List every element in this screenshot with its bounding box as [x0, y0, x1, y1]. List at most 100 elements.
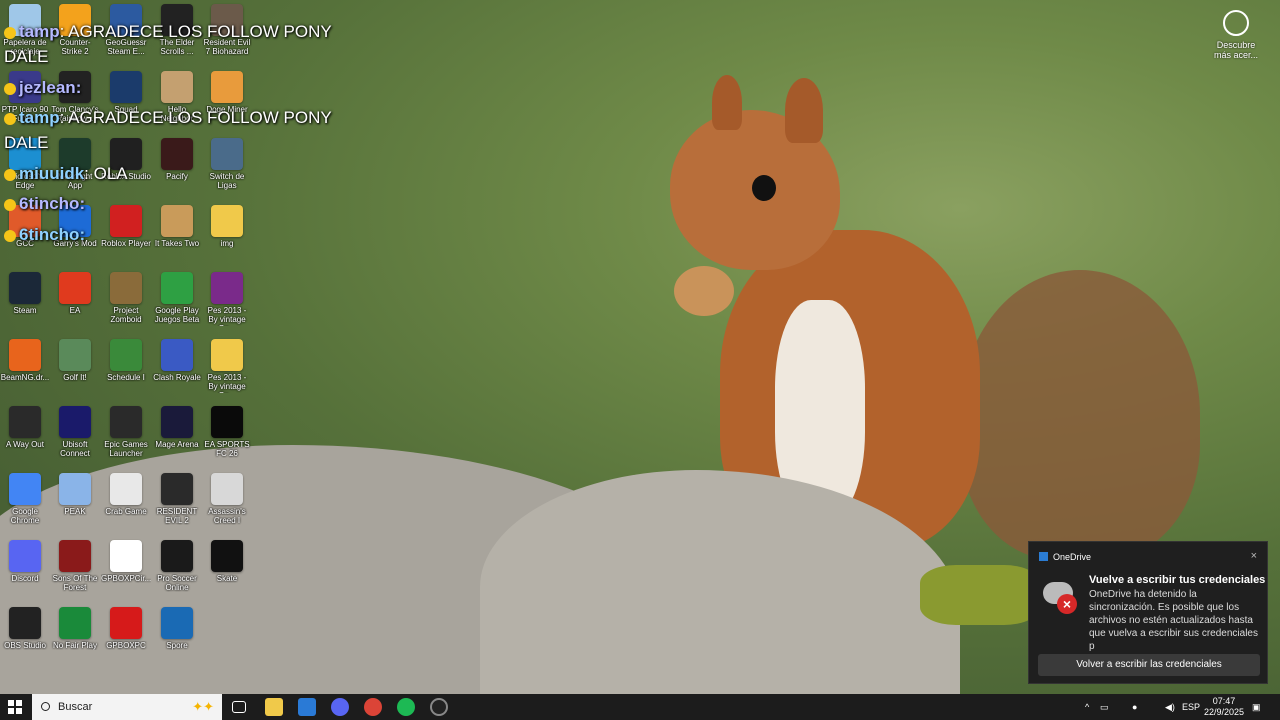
desktop-icon[interactable]: Skate — [202, 540, 252, 604]
obs-icon[interactable] — [430, 698, 448, 716]
app-icon — [110, 339, 142, 371]
desktop-icon[interactable]: PEAK — [50, 473, 100, 537]
desktop-icon[interactable]: It Takes Two — [152, 205, 202, 269]
discover-widget[interactable]: Descubre más acer... — [1210, 10, 1262, 60]
chat-username: jezlean: — [19, 78, 82, 97]
app-icon — [59, 406, 91, 438]
search-placeholder: Buscar — [58, 701, 93, 713]
desktop-icon[interactable]: Pes 2013 - By vintage Ga... — [202, 272, 252, 336]
file-explorer-icon[interactable] — [265, 698, 283, 716]
close-icon[interactable]: × — [1251, 550, 1257, 562]
chrome-icon[interactable] — [364, 698, 382, 716]
desktop-icon[interactable]: No Fair Play — [50, 607, 100, 671]
tray-network-icon[interactable]: ▭ — [1100, 694, 1109, 720]
desktop-icon-label: Discord — [11, 574, 39, 583]
taskbar-search[interactable]: Buscar ✦✦ — [32, 694, 222, 720]
app-icon — [161, 540, 193, 572]
desktop-icon[interactable]: OBS Studio — [0, 607, 50, 671]
desktop-icon[interactable]: GPBOXPC — [101, 607, 151, 671]
chat-username: tamp — [19, 22, 60, 41]
chat-line: tamp: AGRADECE LOS FOLLOW PONY — [4, 108, 332, 128]
tray-volume-icon[interactable]: ◀) — [1165, 694, 1175, 720]
clock-date: 22/9/2025 — [1203, 707, 1245, 717]
desktop-icon-label: Pacify — [166, 172, 188, 181]
desktop-icon[interactable]: Google Play Juegos Beta — [152, 272, 202, 336]
chat-message: : AGRADECE LOS FOLLOW PONY — [59, 108, 332, 127]
desktop-icon[interactable]: Roblox Player — [101, 205, 151, 269]
desktop-icon[interactable]: Epic Games Launcher — [101, 406, 151, 470]
microsoft-store-icon[interactable] — [298, 698, 316, 716]
app-icon — [59, 473, 91, 505]
desktop-icon-label: Ubisoft Connect — [60, 440, 90, 458]
task-view-icon[interactable] — [232, 701, 246, 713]
tray-mic-icon[interactable]: ● — [1132, 694, 1137, 720]
chat-line: DALE — [4, 133, 48, 153]
desktop-icon[interactable]: BeamNG.dr... — [0, 339, 50, 403]
desktop-icon[interactable]: EA SPORTS FC 26 — [202, 406, 252, 470]
desktop-icon-label: Clash Royale — [153, 373, 201, 382]
discord-icon[interactable] — [331, 698, 349, 716]
desktop-icon[interactable]: Clash Royale — [152, 339, 202, 403]
desktop-icon[interactable]: Schedule I — [101, 339, 151, 403]
desktop-icon[interactable]: img — [202, 205, 252, 269]
desktop-icon[interactable]: Sons Of The Forest — [50, 540, 100, 604]
desktop-icon[interactable]: Pacify — [152, 138, 202, 202]
taskbar-clock[interactable]: 07:47 22/9/2025 — [1202, 696, 1246, 718]
desktop-icon[interactable]: Mage Arena — [152, 406, 202, 470]
app-icon — [161, 607, 193, 639]
onedrive-toast[interactable]: OneDrive × × Vuelve a escribir tus crede… — [1028, 541, 1268, 684]
desktop-icon[interactable]: Google Chrome — [0, 473, 50, 537]
app-icon — [9, 540, 41, 572]
desktop-icon[interactable]: Pro Soccer Online — [152, 540, 202, 604]
app-icon — [9, 406, 41, 438]
desktop-icon-label: Assassin's Creed I — [208, 507, 246, 525]
hazelnut — [674, 266, 734, 316]
desktop-icon-label: Pes 2013 - By vintage Ga... — [207, 306, 247, 326]
app-icon — [59, 339, 91, 371]
chat-message: : OLA — [84, 164, 128, 183]
desktop-icon-label: Skate — [216, 574, 238, 583]
app-icon — [161, 339, 193, 371]
chat-line: jezlean: — [4, 78, 81, 98]
notification-icon[interactable]: ▣ — [1252, 694, 1261, 720]
tray-language[interactable]: ESP — [1182, 694, 1200, 720]
app-icon — [9, 607, 41, 639]
desktop-icon-label: Mage Arena — [155, 440, 199, 449]
app-icon — [110, 406, 142, 438]
tray-chevron-icon[interactable]: ^ — [1085, 694, 1089, 720]
start-button[interactable] — [8, 700, 22, 714]
app-icon — [161, 71, 193, 103]
reenter-credentials-button[interactable]: Volver a escribir las credenciales — [1038, 654, 1260, 676]
spotify-icon[interactable] — [397, 698, 415, 716]
toast-title: Vuelve a escribir tus credenciales — [1089, 574, 1266, 586]
chat-line: 6tincho: — [4, 225, 85, 245]
desktop-icon-label: img — [220, 239, 234, 248]
app-icon — [110, 71, 142, 103]
desktop-icon[interactable]: A Way Out — [0, 406, 50, 470]
desktop-icon[interactable]: Project Zomboid — [101, 272, 151, 336]
clock-time: 07:47 — [1212, 696, 1236, 706]
squirrel-ear-right — [785, 78, 823, 143]
desktop-icon[interactable]: GPBOXPCir... — [101, 540, 151, 604]
app-icon — [9, 272, 41, 304]
app-icon — [110, 473, 142, 505]
squirrel-tail — [960, 270, 1200, 560]
desktop-icon[interactable]: Discord — [0, 540, 50, 604]
desktop-icon[interactable]: Golf It! — [50, 339, 100, 403]
chat-line: DALE — [4, 47, 48, 67]
desktop-icon[interactable]: Switch de Ligas — [202, 138, 252, 202]
app-icon — [59, 607, 91, 639]
desktop-icon[interactable]: Spore — [152, 607, 202, 671]
desktop-icon[interactable]: Crab Game — [101, 473, 151, 537]
desktop-icon[interactable]: EA — [50, 272, 100, 336]
desktop-icon-label: BeamNG.dr... — [0, 373, 50, 382]
chat-message: DALE — [4, 47, 49, 66]
desktop-icon[interactable]: Assassin's Creed I — [202, 473, 252, 537]
desktop-icon[interactable]: Steam — [0, 272, 50, 336]
desktop-icon[interactable]: Ubisoft Connect — [50, 406, 100, 470]
app-icon — [211, 540, 243, 572]
desktop-icon[interactable]: RESIDENT EVIL 2 — [152, 473, 202, 537]
camera-icon — [1223, 10, 1249, 36]
desktop-icon-label: It Takes Two — [154, 239, 200, 248]
desktop-icon[interactable]: Pes 2013 - By vintage Ga... — [202, 339, 252, 403]
